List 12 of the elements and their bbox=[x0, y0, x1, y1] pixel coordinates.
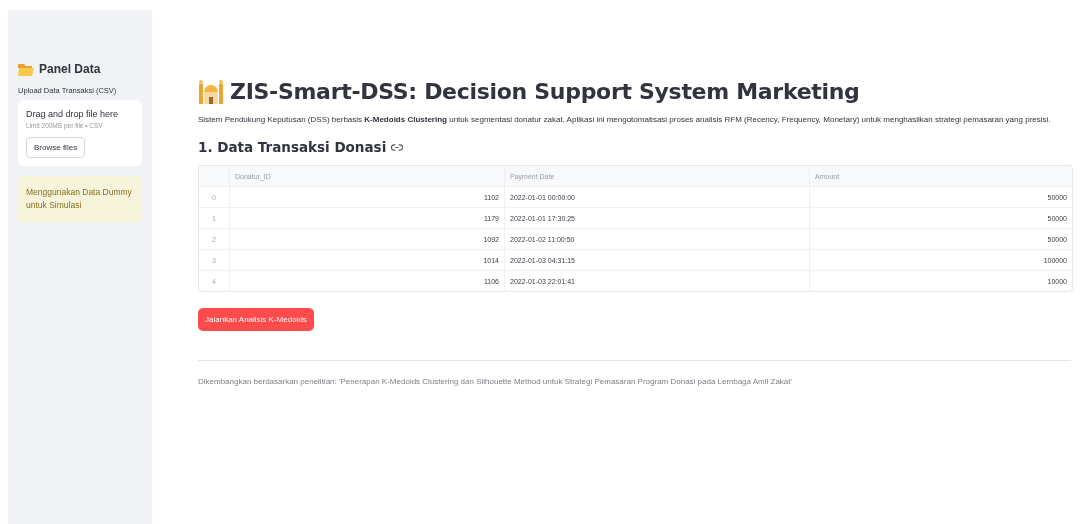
link-icon[interactable] bbox=[391, 143, 404, 151]
dropzone-title: Drag and drop file here bbox=[26, 109, 120, 119]
description-text: Sistem Pendukung Keputusan (DSS) berbasis K-Medoids Clustering untuk segmentasi donatur zakat. Aplikasi ini mengotomatisasi proses analisis RFM (Recency, Frequency, Monetary) untuk menghasilkan strategi pemasaran yang presisi. bbox=[198, 114, 1052, 126]
folder-icon bbox=[18, 62, 34, 76]
browse-files-button[interactable]: Browse files bbox=[26, 137, 86, 158]
mosque-icon bbox=[198, 78, 224, 104]
page-title: ZIS-Smart-DSS: Decision Support System Marketing bbox=[230, 78, 860, 104]
section-heading: 1. Data Transaksi Donasi bbox=[198, 139, 387, 156]
sidebar-title: Panel Data bbox=[39, 62, 101, 76]
notice-message: Menggunakan Data Dummy untuk Simulasi bbox=[18, 176, 142, 223]
run-analysis-button[interactable]: Jalankan Analisis K-Medoids bbox=[198, 308, 314, 332]
footer-note: Dikembangkan berdasarkan penelitian: 'Penerapan K-Medoids Clustering dan Silhouette Method untuk Strategi Pemasaran Program Donasi pada Lembaga Amil Zakat' bbox=[198, 377, 794, 387]
